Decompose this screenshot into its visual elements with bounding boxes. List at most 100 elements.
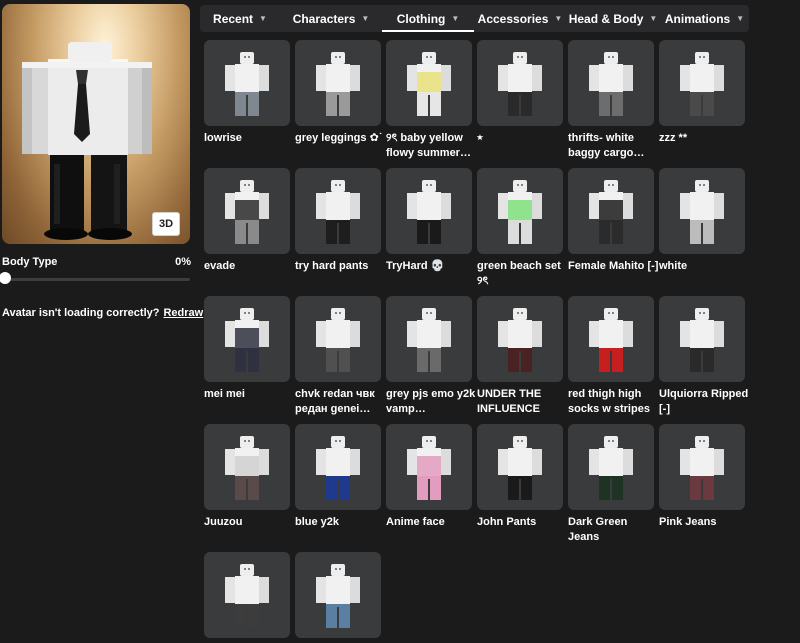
tab-recent[interactable]: Recent ▼ xyxy=(200,5,280,32)
chevron-down-icon: ▼ xyxy=(649,14,658,23)
item-thumbnail xyxy=(204,424,290,510)
clothing-item[interactable]: try hard pants xyxy=(295,168,381,274)
item-name: grey leggings ✿˙ xyxy=(295,132,383,144)
item-name: mei mei xyxy=(204,388,245,400)
clothing-item[interactable] xyxy=(295,552,381,643)
item-thumbnail xyxy=(295,424,381,510)
item-thumbnail xyxy=(659,424,745,510)
item-name: John Pants xyxy=(477,516,537,528)
body-type-label: Body Type xyxy=(2,256,58,268)
clothing-item[interactable]: white xyxy=(659,168,745,274)
item-thumbnail xyxy=(386,424,472,510)
clothing-item[interactable]: grey pjs emo y2k vamp… xyxy=(386,296,475,417)
chevron-down-icon: ▼ xyxy=(361,14,370,23)
clothing-item[interactable]: Ulquiorra Ripped [-] xyxy=(659,296,748,417)
clothing-item[interactable]: zzz ** xyxy=(659,40,745,146)
item-thumbnail xyxy=(659,40,745,126)
clothing-item[interactable]: evade xyxy=(204,168,290,274)
item-thumbnail xyxy=(659,168,745,254)
chevron-down-icon: ▼ xyxy=(259,14,267,23)
item-name: evade xyxy=(204,260,236,272)
avatar-loading-message: Avatar isn't loading correctly? Redraw xyxy=(2,307,203,319)
item-thumbnail xyxy=(204,40,290,126)
item-thumbnail xyxy=(204,296,290,382)
item-name: Juuzou xyxy=(204,516,243,528)
clothing-item[interactable]: thrifts- white baggy cargo… xyxy=(568,40,654,161)
item-name: blue y2k xyxy=(295,516,340,528)
item-name: Ulquiorra Ripped [-] xyxy=(659,388,749,415)
item-thumbnail xyxy=(477,424,563,510)
avatar-preview[interactable]: 3D xyxy=(2,4,190,244)
clothing-item[interactable]: TryHard 💀 xyxy=(386,168,472,274)
item-thumbnail xyxy=(204,552,290,638)
tab-label: Accessories xyxy=(477,11,549,26)
tab-animations[interactable]: Animations ▼ xyxy=(660,5,749,32)
item-thumbnail xyxy=(386,40,472,126)
item-name: grey pjs emo y2k vamp… xyxy=(386,388,476,415)
avatar-figure xyxy=(22,42,152,240)
item-thumbnail xyxy=(568,296,654,382)
tab-label: Recent xyxy=(213,11,254,26)
clothing-item[interactable]: grey leggings ✿˙ xyxy=(295,40,382,146)
chevron-down-icon: ▼ xyxy=(736,14,745,23)
item-thumbnail xyxy=(568,424,654,510)
tab-label: Characters xyxy=(292,11,356,26)
body-type-value: 0% xyxy=(175,256,191,268)
tab-label: Head & Body xyxy=(568,11,644,26)
clothing-item[interactable]: Pink Jeans xyxy=(659,424,745,530)
tab-head-and-body[interactable]: Head & Body ▼ xyxy=(566,5,660,32)
item-thumbnail xyxy=(659,296,745,382)
clothing-item[interactable]: mei mei xyxy=(204,296,290,402)
item-name: ୨ৎ baby yellow flowy summer… xyxy=(386,132,471,159)
clothing-item[interactable]: ⭒ xyxy=(477,40,563,146)
tab-label: Animations xyxy=(664,11,731,26)
chevron-down-icon: ▼ xyxy=(554,14,563,23)
clothing-item[interactable]: UNDER THE INFLUENCE xyxy=(477,296,563,417)
item-thumbnail xyxy=(568,40,654,126)
tab-clothing[interactable]: Clothing ▼ xyxy=(382,5,474,32)
clothing-item[interactable]: John Pants xyxy=(477,424,563,530)
item-name: try hard pants xyxy=(295,260,369,272)
tab-label: Clothing xyxy=(396,11,446,26)
clothing-item[interactable]: blue y2k xyxy=(295,424,381,530)
clothing-item[interactable]: Juuzou xyxy=(204,424,290,530)
clothing-item[interactable]: chvk redan чвк редан genei… xyxy=(295,296,381,417)
clothing-item[interactable]: lowrise xyxy=(204,40,290,146)
item-name: white xyxy=(659,260,688,272)
item-name: lowrise xyxy=(204,132,242,144)
body-type-slider-thumb[interactable] xyxy=(0,272,11,284)
clothing-item[interactable]: red thigh high socks w stripes xyxy=(568,296,654,417)
tab-characters[interactable]: Characters ▼ xyxy=(280,5,382,32)
item-thumbnail xyxy=(477,168,563,254)
item-name: Pink Jeans xyxy=(659,516,717,528)
view-3d-button[interactable]: 3D xyxy=(152,212,180,236)
item-name: Female Mahito [-] xyxy=(568,260,659,272)
item-name: red thigh high socks w stripes xyxy=(568,388,650,415)
clothing-item[interactable]: Dark Green Jeans xyxy=(568,424,654,545)
clothing-item[interactable]: green beach set ୨ৎ xyxy=(477,168,563,289)
item-thumbnail xyxy=(568,168,654,254)
redraw-link[interactable]: Redraw xyxy=(163,307,203,319)
item-thumbnail xyxy=(386,168,472,254)
item-name: chvk redan чвк редан genei… xyxy=(295,388,375,415)
tab-accessories[interactable]: Accessories ▼ xyxy=(474,5,566,32)
clothing-item[interactable]: Female Mahito [-] xyxy=(568,168,658,274)
loading-question: Avatar isn't loading correctly? xyxy=(2,307,160,319)
chevron-down-icon: ▼ xyxy=(451,14,460,23)
clothing-item[interactable]: ୨ৎ baby yellow flowy summer… xyxy=(386,40,472,161)
item-thumbnail xyxy=(295,168,381,254)
clothing-item[interactable] xyxy=(204,552,290,643)
item-thumbnail xyxy=(204,168,290,254)
category-tabs: Recent ▼ Characters ▼ Clothing ▼ Accessorie… xyxy=(200,5,749,32)
item-thumbnail xyxy=(386,296,472,382)
item-thumbnail xyxy=(477,40,563,126)
item-name: ⭒ xyxy=(477,132,483,144)
item-thumbnail xyxy=(295,296,381,382)
item-name: thrifts- white baggy cargo… xyxy=(568,132,645,159)
item-thumbnail xyxy=(295,40,381,126)
item-name: TryHard 💀 xyxy=(386,260,445,272)
item-name: Anime face xyxy=(386,516,445,528)
body-type-slider-track[interactable] xyxy=(2,278,190,281)
item-name: UNDER THE INFLUENCE xyxy=(477,388,542,415)
clothing-item[interactable]: Anime face xyxy=(386,424,472,530)
